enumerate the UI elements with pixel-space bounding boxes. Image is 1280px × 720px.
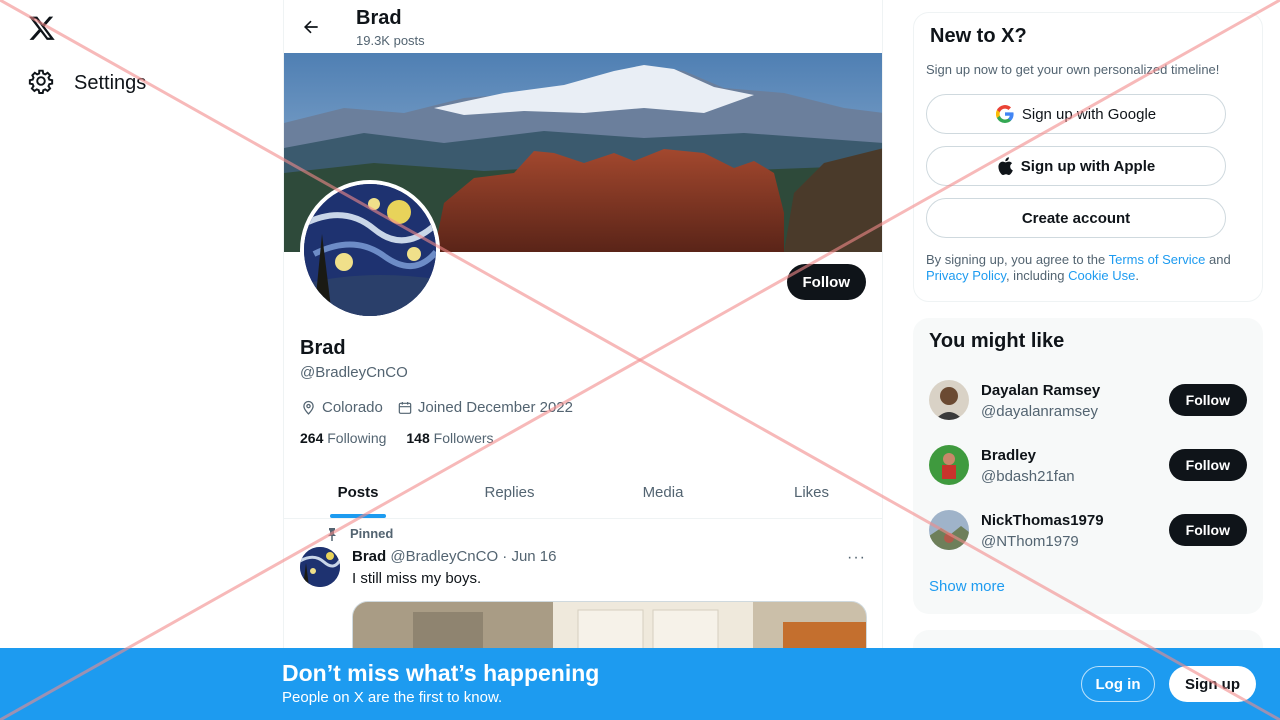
privacy-policy-link[interactable]: Privacy Policy bbox=[926, 268, 1006, 283]
profile-location-text: Colorado bbox=[322, 399, 383, 416]
post-meta: @BradleyCnCO · Jun 16 bbox=[390, 548, 557, 565]
suggestion-follow-button[interactable]: Follow bbox=[1168, 514, 1247, 546]
signup-card: New to X? Sign up now to get your own pe… bbox=[913, 12, 1263, 302]
profile-name: Brad bbox=[300, 337, 346, 359]
post-header: Brad @BradleyCnCO · Jun 16 bbox=[352, 548, 557, 565]
profile-joined: Joined December 2022 bbox=[397, 399, 573, 416]
profile-joined-text: Joined December 2022 bbox=[417, 399, 573, 416]
profile-location: Colorado bbox=[300, 399, 383, 416]
pinned-indicator: Pinned bbox=[326, 526, 393, 541]
location-pin-icon bbox=[303, 400, 314, 415]
suggestion-row[interactable]: Bradley @bdash21fan Follow bbox=[929, 437, 1247, 493]
follow-button[interactable]: Follow bbox=[786, 264, 866, 300]
suggestion-name[interactable]: NickThomas1979 bbox=[981, 512, 1104, 529]
more-options-icon[interactable]: ··· bbox=[847, 549, 866, 567]
suggestion-name[interactable]: Bradley bbox=[981, 447, 1036, 464]
followers-link[interactable]: 148 Followers bbox=[406, 430, 493, 446]
create-account-button[interactable]: Create account bbox=[926, 198, 1226, 238]
followers-count: 148 bbox=[406, 430, 430, 446]
profile-tabs: Posts Replies Media Likes bbox=[284, 467, 882, 519]
show-more-link[interactable]: Show more bbox=[929, 578, 1005, 595]
terms-text-3: , including bbox=[1005, 268, 1069, 283]
signup-apple-button[interactable]: Sign up with Apple bbox=[926, 146, 1226, 186]
pinned-label: Pinned bbox=[350, 526, 394, 541]
x-logo-icon[interactable] bbox=[28, 14, 56, 42]
terms-text-4: . bbox=[1135, 268, 1139, 283]
arrow-left-icon bbox=[304, 20, 318, 34]
suggestion-follow-button[interactable]: Follow bbox=[1168, 449, 1247, 481]
nav-settings-label: Settings bbox=[74, 72, 147, 94]
signup-card-title: New to X? bbox=[930, 25, 1027, 47]
tab-media[interactable]: Media bbox=[587, 467, 739, 518]
following-link[interactable]: 264 Following bbox=[300, 430, 386, 446]
following-count: 264 bbox=[300, 430, 324, 446]
profile-header-bar: Brad 19.3K posts bbox=[284, 0, 882, 53]
post-avatar[interactable] bbox=[300, 547, 340, 587]
profile-handle: @BradleyCnCO bbox=[300, 364, 408, 381]
nav-settings[interactable]: Settings bbox=[28, 68, 146, 99]
suggestion-row[interactable]: NickThomas1979 @NThom1979 Follow bbox=[929, 502, 1247, 558]
terms-text-1: By signing up, you agree to the bbox=[926, 252, 1109, 267]
signup-google-button[interactable]: Sign up with Google bbox=[926, 94, 1226, 134]
left-nav: Settings bbox=[0, 0, 283, 720]
signup-button[interactable]: Sign up bbox=[1169, 666, 1256, 702]
signup-card-subtitle: Sign up now to get your own personalized… bbox=[926, 62, 1220, 77]
signup-apple-label: Sign up with Apple bbox=[1020, 157, 1156, 175]
terms-of-service-link[interactable]: Terms of Service bbox=[1109, 252, 1206, 267]
tab-posts[interactable]: Posts bbox=[284, 467, 432, 518]
calendar-icon bbox=[398, 401, 412, 414]
banner-title: Don’t miss what’s happening bbox=[282, 660, 600, 686]
header-name: Brad bbox=[356, 7, 402, 29]
profile-column: Brad 19.3K posts Follow Brad @BradleyCnC… bbox=[283, 0, 883, 720]
suggestion-row[interactable]: Dayalan Ramsey @dayalanramsey Follow bbox=[929, 372, 1247, 428]
you-might-like-card: You might like Dayalan Ramsey @dayalanra… bbox=[913, 318, 1263, 614]
signup-banner: Don’t miss what’s happening People on X … bbox=[0, 648, 1280, 720]
apple-icon bbox=[998, 157, 1013, 175]
profile-meta: Colorado Joined December 2022 bbox=[300, 399, 573, 416]
pin-icon bbox=[328, 527, 336, 541]
followers-label: Followers bbox=[433, 430, 494, 446]
following-label: Following bbox=[327, 430, 387, 446]
suggestion-avatar[interactable] bbox=[929, 510, 969, 550]
post-text: I still miss my boys. bbox=[352, 570, 482, 587]
signup-google-label: Sign up with Google bbox=[1021, 105, 1157, 123]
profile-stats: 264 Following 148 Followers bbox=[300, 430, 494, 446]
gear-icon bbox=[28, 68, 54, 99]
signup-terms: By signing up, you agree to the Terms of… bbox=[926, 252, 1252, 284]
login-button[interactable]: Log in bbox=[1081, 666, 1155, 702]
tab-likes[interactable]: Likes bbox=[739, 467, 882, 518]
cookie-use-link[interactable]: Cookie Use bbox=[1068, 268, 1135, 283]
terms-text-2: and bbox=[1205, 252, 1231, 267]
suggestion-handle: @dayalanramsey bbox=[981, 403, 1098, 420]
suggestion-handle: @NThom1979 bbox=[981, 533, 1079, 550]
suggestion-handle: @bdash21fan bbox=[981, 468, 1075, 485]
suggestion-follow-button[interactable]: Follow bbox=[1168, 384, 1247, 416]
suggestion-avatar[interactable] bbox=[929, 380, 969, 420]
google-icon bbox=[995, 105, 1014, 123]
header-post-count: 19.3K posts bbox=[356, 33, 425, 48]
post-author[interactable]: Brad bbox=[352, 548, 386, 565]
back-button[interactable] bbox=[298, 14, 324, 40]
you-might-like-title: You might like bbox=[929, 330, 1065, 352]
tab-replies[interactable]: Replies bbox=[432, 467, 587, 518]
banner-subtitle: People on X are the first to know. bbox=[282, 689, 503, 706]
suggestion-name[interactable]: Dayalan Ramsey bbox=[981, 382, 1100, 399]
suggestion-avatar[interactable] bbox=[929, 445, 969, 485]
profile-avatar[interactable] bbox=[300, 180, 440, 320]
